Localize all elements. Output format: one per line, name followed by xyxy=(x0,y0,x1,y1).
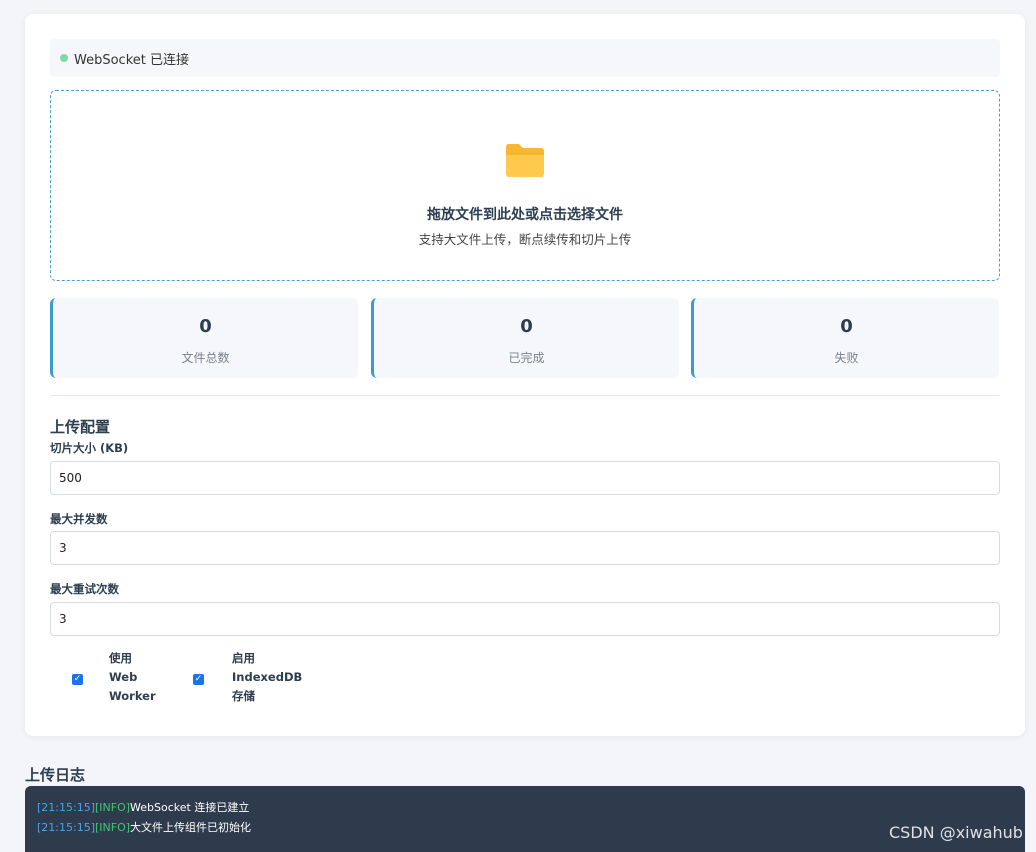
max-retries-label: 最大重试次数 xyxy=(50,582,119,596)
indexeddb-checkbox[interactable]: ✓ xyxy=(193,674,204,685)
max-concurrent-label: 最大并发数 xyxy=(50,512,108,526)
log-level: [INFO] xyxy=(95,821,131,834)
stat-completed: 0 已完成 xyxy=(371,298,679,378)
log-message: WebSocket 连接已建立 xyxy=(130,801,250,814)
log-console: [21:15:15][INFO]WebSocket 连接已建立 [21:15:1… xyxy=(25,786,1025,852)
stat-value: 0 xyxy=(840,316,853,337)
stat-label: 已完成 xyxy=(508,351,545,365)
config-section-title: 上传配置 xyxy=(50,418,111,436)
drop-zone-subtitle: 支持大文件上传，断点续传和切片上传 xyxy=(418,232,632,247)
stat-value: 0 xyxy=(199,316,212,337)
websocket-status-bar: WebSocket 已连接 xyxy=(50,39,1000,77)
checkmark-icon: ✓ xyxy=(72,674,83,685)
folder-icon xyxy=(506,144,544,177)
chunk-size-label: 切片大小 (KB) xyxy=(50,441,129,455)
log-message: 大文件上传组件已初始化 xyxy=(130,821,252,834)
file-drop-zone[interactable]: 拖放文件到此处或点击选择文件 支持大文件上传，断点续传和切片上传 xyxy=(50,90,1000,281)
drop-zone-title: 拖放文件到此处或点击选择文件 xyxy=(427,207,623,223)
web-worker-checkbox[interactable]: ✓ xyxy=(72,674,83,685)
stat-failed: 0 失败 xyxy=(691,298,999,378)
log-timestamp: [21:15:15] xyxy=(37,801,95,814)
web-worker-label[interactable]: 使用 Web Worker xyxy=(109,649,156,706)
stat-label: 失败 xyxy=(834,351,859,365)
checkmark-icon: ✓ xyxy=(193,674,204,685)
stat-value: 0 xyxy=(520,316,533,337)
section-divider xyxy=(50,395,1000,396)
stat-label: 文件总数 xyxy=(181,351,230,365)
connection-status-dot xyxy=(60,54,68,62)
chunk-size-input[interactable] xyxy=(50,461,1000,495)
max-concurrent-input[interactable] xyxy=(50,531,1000,565)
log-entry: [21:15:15][INFO]大文件上传组件已初始化 xyxy=(37,818,1013,838)
log-entry: [21:15:15][INFO]WebSocket 连接已建立 xyxy=(37,798,1013,818)
stat-total-files: 0 文件总数 xyxy=(50,298,358,378)
log-section-title: 上传日志 xyxy=(25,766,86,784)
websocket-status-text: WebSocket 已连接 xyxy=(74,52,189,68)
log-level: [INFO] xyxy=(95,801,131,814)
log-timestamp: [21:15:15] xyxy=(37,821,95,834)
watermark-text: CSDN @xiwahub xyxy=(889,823,1023,842)
indexeddb-label[interactable]: 启用 IndexedDB 存储 xyxy=(232,649,302,706)
upload-card: WebSocket 已连接 拖放文件到此处或点击选择文件 支持大文件上传，断点续… xyxy=(25,14,1025,736)
max-retries-input[interactable] xyxy=(50,602,1000,636)
